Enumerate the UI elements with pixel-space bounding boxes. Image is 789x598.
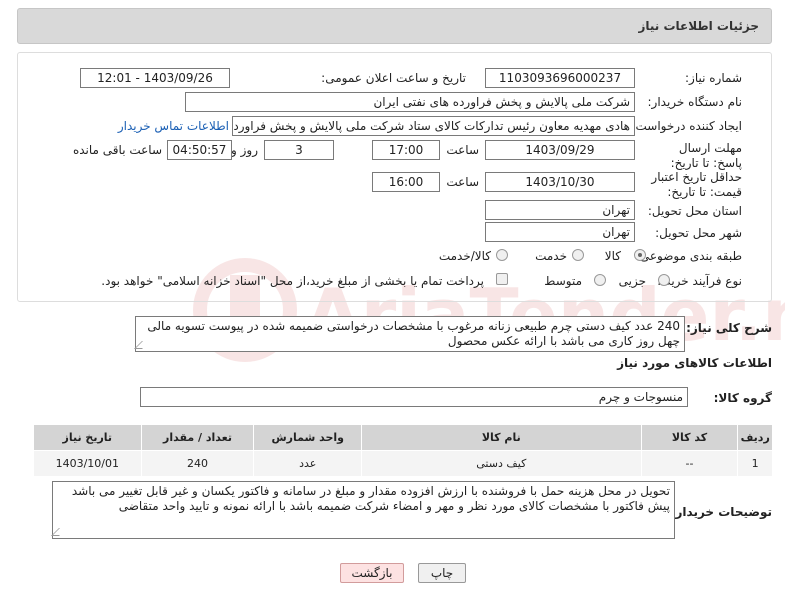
- creator-field: هادی مهدیه معاون رئیس تدارکات کالای ستاد…: [232, 116, 635, 136]
- cell-row: 1: [737, 450, 773, 477]
- col-unit: واحد شمارش: [253, 424, 362, 451]
- cell-code: --: [640, 450, 739, 477]
- goods-info-title: اطلاعات کالاهای مورد نیاز: [617, 356, 772, 370]
- category-goods-radio[interactable]: [634, 249, 646, 261]
- col-name: نام کالا: [361, 424, 642, 451]
- goods-group-label: گروه کالا:: [713, 391, 772, 405]
- category-service-label: خدمت: [535, 249, 567, 263]
- category-goods-service-radio[interactable]: [496, 249, 508, 261]
- category-goods-service-label: کالا/خدمت: [438, 249, 491, 263]
- goods-table: ردیف کد کالا نام کالا واحد شمارش تعداد /…: [33, 424, 773, 477]
- response-date-field: 1403/09/29: [485, 140, 635, 160]
- city-label: شهر محل تحویل:: [655, 226, 742, 240]
- province-field: تهران: [485, 200, 635, 220]
- days-field: 3: [264, 140, 334, 160]
- resize-grip-icon[interactable]: [134, 341, 150, 349]
- process-medium-radio[interactable]: [594, 274, 606, 286]
- days-label: روز و: [231, 143, 258, 157]
- summary-text: 240 عدد کیف دستی چرم طبیعی زنانه مرغوب ب…: [147, 319, 680, 348]
- announce-field: 1403/09/26 - 12:01: [80, 68, 230, 88]
- need-number-label: شماره نیاز:: [685, 71, 742, 85]
- response-time-field: 17:00: [372, 140, 440, 160]
- goods-group-field: منسوجات و چرم: [140, 387, 688, 407]
- col-qty: تعداد / مقدار: [140, 424, 255, 451]
- city-field: تهران: [485, 222, 635, 242]
- goods-table-header: ردیف کد کالا نام کالا واحد شمارش تعداد /…: [33, 424, 773, 451]
- col-date: تاریخ نیاز: [33, 424, 142, 451]
- cell-name: کیف دستی: [361, 450, 642, 477]
- category-goods-label: کالا: [604, 249, 621, 263]
- remaining-label: ساعت باقی مانده: [72, 143, 162, 157]
- table-row: 1 -- کیف دستی عدد 240 1403/10/01: [33, 450, 773, 477]
- process-medium-label: متوسط: [544, 274, 582, 288]
- summary-textarea: 240 عدد کیف دستی چرم طبیعی زنانه مرغوب ب…: [134, 316, 685, 352]
- category-label: طبقه بندی موضوعی:: [635, 249, 742, 263]
- buyer-org-field: شرکت ملی پالایش و پخش فراورده های نفتی ا…: [185, 92, 635, 112]
- need-number-field: 1103093696000237: [485, 68, 635, 88]
- remaining-field: 04:50:57: [167, 140, 232, 160]
- buyer-contact-link[interactable]: اطلاعات تماس خریدار: [118, 119, 229, 133]
- buyer-notes-label: توضیحات خریدار:: [670, 505, 772, 519]
- process-minor-radio[interactable]: [658, 274, 670, 286]
- panel-header: جزئیات اطلاعات نیاز: [17, 8, 772, 44]
- category-service-radio[interactable]: [572, 249, 584, 261]
- province-label: استان محل تحویل:: [647, 204, 742, 218]
- buyer-notes-textarea: تحویل در محل هزینه حمل با فروشنده با ارز…: [51, 481, 675, 539]
- buyer-org-label: نام دستگاه خریدار:: [647, 95, 743, 109]
- creator-label: ایجاد کننده درخواست:: [631, 119, 742, 133]
- price-validity-label: حداقل تاریخ اعتبار قیمت: تا تاریخ:: [651, 170, 742, 199]
- price-validity-time-field: 16:00: [372, 172, 440, 192]
- buyer-notes-text: تحویل در محل هزینه حمل با فروشنده با ارز…: [71, 484, 670, 513]
- print-button[interactable]: چاپ: [418, 563, 466, 583]
- page-title: جزئیات اطلاعات نیاز: [638, 19, 759, 33]
- response-time-label: ساعت: [446, 143, 479, 157]
- col-code: کد کالا: [640, 424, 739, 451]
- col-row: ردیف: [737, 424, 773, 451]
- back-button[interactable]: بازگشت: [340, 563, 404, 583]
- announce-label: تاریخ و ساعت اعلان عمومی:: [321, 71, 466, 85]
- response-deadline-label: مهلت ارسال پاسخ: تا تاریخ:: [670, 141, 742, 170]
- process-minor-label: جزیی: [618, 274, 646, 288]
- price-validity-time-label: ساعت: [446, 175, 479, 189]
- cell-qty: 240: [140, 450, 255, 477]
- resize-grip-icon[interactable]: [51, 528, 67, 536]
- cell-unit: عدد: [253, 450, 362, 477]
- price-validity-date-field: 1403/10/30: [485, 172, 635, 192]
- cell-date: 1403/10/01: [33, 450, 142, 477]
- treasury-payment-note: پرداخت تمام یا بخشی از مبلغ خرید،از محل …: [101, 274, 484, 288]
- treasury-payment-checkbox[interactable]: [496, 273, 508, 285]
- summary-label: شرح کلی نیاز:: [686, 321, 772, 335]
